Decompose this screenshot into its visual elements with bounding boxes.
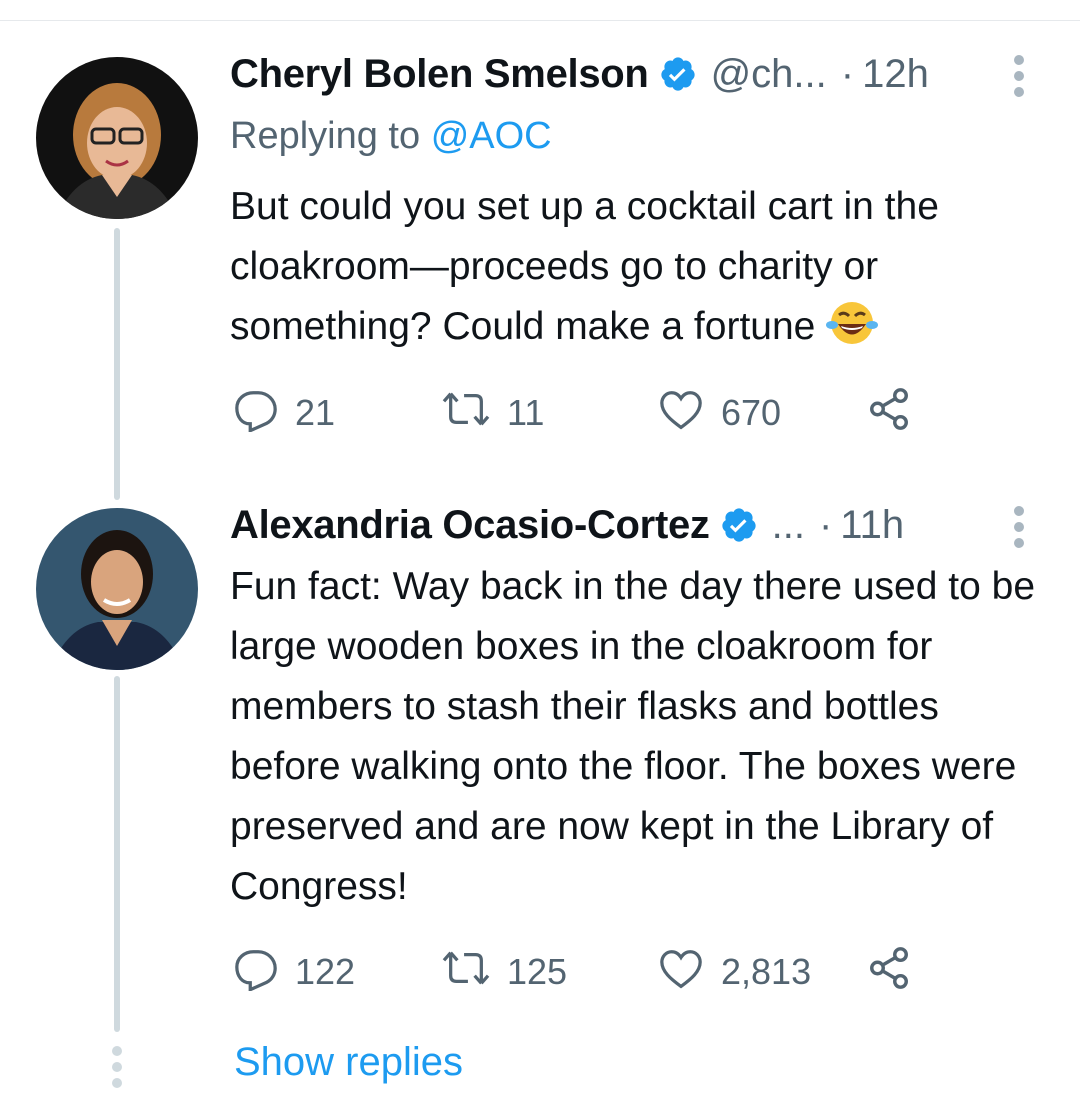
display-name[interactable]: Alexandria Ocasio-Cortez bbox=[230, 503, 710, 548]
avatar-aoc[interactable] bbox=[36, 508, 198, 670]
tweet-actions: 21 11 670 bbox=[233, 386, 933, 441]
like-button[interactable]: 670 bbox=[657, 388, 781, 438]
tweet-actions: 122 125 2,813 bbox=[233, 945, 933, 1000]
share-button[interactable] bbox=[865, 945, 913, 1000]
reply-icon bbox=[233, 945, 279, 1000]
tweet-header: Alexandria Ocasio-Cortez ... · 11h bbox=[230, 497, 904, 553]
tweet-header: Cheryl Bolen Smelson @ch... · 12h bbox=[230, 46, 929, 102]
reply-count: 122 bbox=[295, 951, 356, 992]
retweet-button[interactable]: 125 bbox=[441, 947, 567, 997]
share-icon bbox=[865, 386, 913, 441]
timestamp[interactable]: 11h bbox=[840, 503, 904, 548]
like-count: 2,813 bbox=[721, 951, 812, 992]
more-options-icon[interactable] bbox=[1014, 506, 1026, 548]
thread-connector-line bbox=[114, 228, 120, 500]
tweet-text: Fun fact: Way back in the day there used… bbox=[230, 557, 1060, 917]
face-with-tears-of-joy-emoji bbox=[826, 299, 879, 365]
handle[interactable]: ... bbox=[772, 503, 805, 548]
share-icon bbox=[865, 945, 913, 1000]
top-divider bbox=[0, 20, 1080, 21]
show-replies-link[interactable]: Show replies bbox=[234, 1040, 463, 1085]
replying-mention-link[interactable]: @AOC bbox=[431, 115, 552, 157]
verified-badge-icon bbox=[720, 506, 758, 544]
conversation-thread: Cheryl Bolen Smelson @ch... · 12h Replyi… bbox=[0, 0, 1080, 1103]
separator-dot: · bbox=[818, 502, 833, 547]
like-count: 670 bbox=[721, 392, 782, 433]
retweet-count: 125 bbox=[507, 951, 568, 992]
share-button[interactable] bbox=[865, 386, 913, 441]
avatar-cheryl[interactable] bbox=[36, 57, 198, 219]
replying-prefix: Replying to bbox=[230, 115, 421, 157]
like-icon bbox=[657, 386, 705, 441]
reply-count: 21 bbox=[295, 392, 336, 433]
timestamp[interactable]: 12h bbox=[862, 52, 929, 97]
display-name[interactable]: Cheryl Bolen Smelson bbox=[230, 52, 649, 97]
separator-dot: · bbox=[840, 51, 855, 96]
thread-continuation-dots-icon bbox=[112, 1046, 122, 1088]
retweet-button[interactable]: 11 bbox=[441, 388, 544, 438]
retweet-icon bbox=[441, 945, 491, 1000]
handle[interactable]: @ch... bbox=[711, 52, 827, 97]
reply-icon bbox=[233, 386, 279, 441]
reply-button[interactable]: 122 bbox=[233, 947, 355, 997]
like-button[interactable]: 2,813 bbox=[657, 947, 811, 997]
verified-badge-icon bbox=[659, 55, 697, 93]
like-icon bbox=[657, 945, 705, 1000]
tweet-text: But could you set up a cocktail cart in … bbox=[230, 177, 1020, 365]
thread-connector-line bbox=[114, 676, 120, 1032]
more-options-icon[interactable] bbox=[1014, 55, 1026, 97]
retweet-icon bbox=[441, 386, 491, 441]
replying-to: Replying to @AOC bbox=[230, 115, 552, 158]
retweet-count: 11 bbox=[507, 392, 545, 433]
reply-button[interactable]: 21 bbox=[233, 388, 335, 438]
tweet-body: Fun fact: Way back in the day there used… bbox=[230, 565, 1036, 908]
